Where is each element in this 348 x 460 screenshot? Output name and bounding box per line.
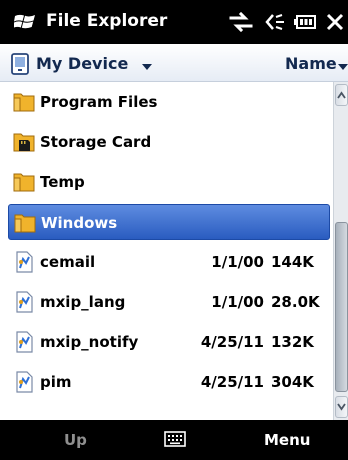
file-name: cemail — [40, 253, 96, 271]
chevron-down-icon — [337, 403, 346, 411]
scroll-down-button[interactable] — [335, 396, 348, 418]
battery-icon[interactable] — [294, 12, 318, 32]
file-icon — [16, 371, 33, 393]
file-name: pim — [40, 373, 72, 391]
list-item[interactable]: mxip_lang 1/1/00 28.0K — [0, 282, 333, 322]
folder-icon — [14, 214, 36, 233]
file-size: 144K — [271, 253, 314, 271]
file-list: Program Files Storage Card Temp Windows — [0, 82, 333, 420]
menu-softkey[interactable]: Menu — [264, 431, 310, 449]
list-item[interactable]: mxip_notify 4/25/11 132K — [0, 322, 333, 362]
list-item-selected[interactable]: Windows — [8, 204, 330, 240]
chevron-down-icon[interactable] — [141, 63, 153, 71]
app-title: File Explorer — [46, 11, 168, 31]
file-size: 304K — [271, 373, 314, 391]
file-name: Temp — [40, 173, 85, 191]
softkey-bar: Up Menu — [0, 420, 348, 460]
scroll-thumb[interactable] — [335, 222, 348, 392]
list-item[interactable]: pim 4/25/11 304K — [0, 362, 333, 402]
list-item[interactable]: Storage Card — [0, 122, 333, 162]
volume-icon[interactable] — [263, 12, 285, 32]
file-name: mxip_lang — [40, 293, 126, 311]
title-bar: File Explorer — [0, 0, 348, 44]
file-icon — [16, 291, 33, 313]
list-item[interactable]: cemail 1/1/00 144K — [0, 242, 333, 282]
list-item[interactable]: Temp — [0, 162, 333, 202]
folder-icon — [13, 93, 35, 112]
keyboard-icon[interactable] — [164, 430, 186, 448]
file-name: Storage Card — [40, 133, 152, 151]
list-item[interactable]: Program Files — [0, 82, 333, 122]
folder-icon — [13, 173, 35, 192]
file-date: 4/25/11 — [200, 373, 264, 391]
file-size: 28.0K — [271, 293, 320, 311]
close-icon[interactable] — [325, 12, 345, 32]
file-date: 1/1/00 — [211, 253, 264, 271]
file-name: Windows — [41, 214, 118, 232]
windows-start-icon[interactable] — [14, 12, 36, 32]
device-icon — [11, 53, 29, 75]
data-connection-icon[interactable] — [229, 12, 253, 32]
file-name: Program Files — [40, 93, 158, 111]
scroll-up-button[interactable] — [335, 84, 348, 106]
sort-dropdown[interactable]: Name — [285, 54, 337, 73]
file-size: 132K — [271, 333, 314, 351]
file-date: 4/25/11 — [200, 333, 264, 351]
location-dropdown[interactable]: My Device — [36, 54, 128, 73]
file-date: 1/1/00 — [211, 293, 264, 311]
up-softkey[interactable]: Up — [64, 431, 87, 449]
file-name: mxip_notify — [40, 333, 139, 351]
file-icon — [16, 251, 33, 273]
vertical-scrollbar[interactable] — [333, 82, 348, 420]
chevron-up-icon — [337, 91, 346, 99]
file-icon — [16, 331, 33, 353]
location-header: My Device Name — [0, 44, 348, 82]
chevron-down-icon[interactable] — [337, 63, 348, 71]
storage-card-icon — [13, 133, 35, 152]
